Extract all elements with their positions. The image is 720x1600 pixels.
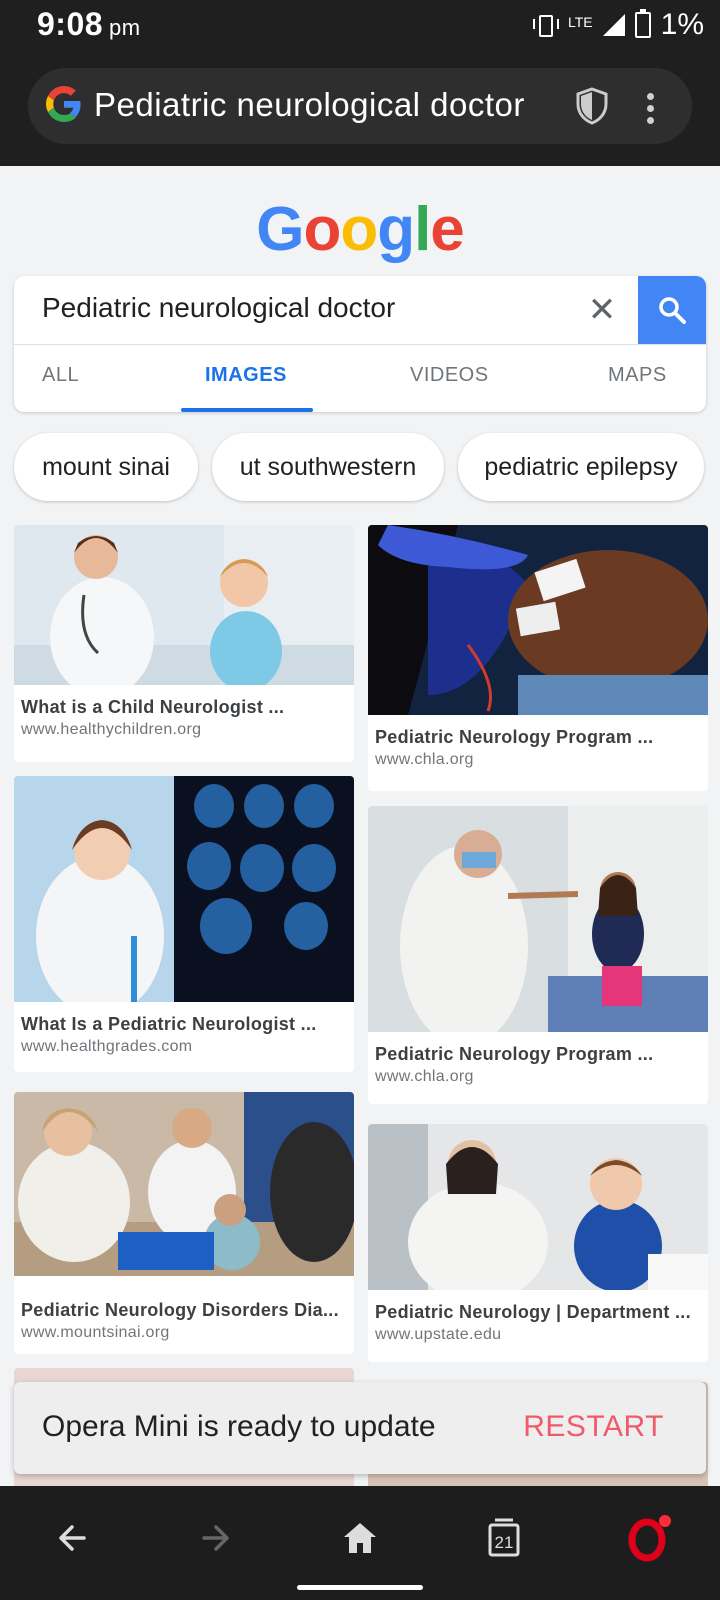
tab-images[interactable]: IMAGES xyxy=(205,364,287,387)
browser-toolbar: Pediatric neurological doctor xyxy=(0,46,720,166)
result-site: www.chla.org xyxy=(375,1068,474,1085)
bottom-nav: 21 xyxy=(0,1486,720,1600)
address-bar[interactable]: Pediatric neurological doctor xyxy=(28,68,692,144)
tab-count: 21 xyxy=(495,1533,514,1552)
image-result[interactable]: What is a Child Neurologist ... www.heal… xyxy=(14,525,354,762)
result-site: www.chla.org xyxy=(375,751,474,768)
chip-ut-southwestern[interactable]: ut southwestern xyxy=(212,433,444,501)
search-icon xyxy=(659,297,686,324)
result-site: www.healthgrades.com xyxy=(21,1038,193,1055)
battery-icon xyxy=(634,9,651,38)
search-input[interactable]: Pediatric neurological doctor xyxy=(42,292,395,324)
image-result[interactable]: Pediatric Neurology Disorders Dia... www… xyxy=(14,1092,354,1354)
tabs-button[interactable]: 21 xyxy=(476,1510,532,1566)
google-g-icon xyxy=(46,86,81,122)
result-title[interactable]: Pediatric Neurology Program ... xyxy=(368,727,708,748)
result-title[interactable]: What Is a Pediatric Neurologist ... xyxy=(14,1014,354,1035)
image-result[interactable]: Pediatric Neurology Program ... www.chla… xyxy=(368,806,708,1104)
result-thumbnail[interactable] xyxy=(14,525,354,685)
result-site: www.upstate.edu xyxy=(375,1326,502,1343)
result-title[interactable]: Pediatric Neurology | Department ... xyxy=(368,1302,708,1323)
active-tab-indicator xyxy=(181,408,313,412)
tab-videos[interactable]: VIDEOS xyxy=(410,364,489,387)
shield-icon[interactable] xyxy=(572,86,612,126)
url-text: Pediatric neurological doctor xyxy=(94,86,525,123)
back-button[interactable] xyxy=(44,1510,100,1566)
forward-arrow-icon xyxy=(202,1525,229,1551)
status-bar: 9:08 pm LTE 1% xyxy=(0,0,720,46)
gesture-bar[interactable] xyxy=(297,1585,423,1590)
more-options-icon[interactable] xyxy=(640,88,660,128)
vibrate-icon xyxy=(532,13,559,37)
result-thumbnail[interactable] xyxy=(368,1124,708,1290)
restart-button[interactable]: RESTART xyxy=(523,1410,664,1444)
update-toast: Opera Mini is ready to update RESTART xyxy=(14,1382,706,1474)
result-title[interactable]: What is a Child Neurologist ... xyxy=(14,697,354,718)
result-site: www.mountsinai.org xyxy=(21,1324,170,1341)
opera-logo-icon xyxy=(628,1515,671,1562)
home-button[interactable] xyxy=(332,1510,388,1566)
result-title[interactable]: Pediatric Neurology Disorders Dia... xyxy=(14,1300,354,1321)
divider xyxy=(14,344,706,345)
clock: 9:08 pm xyxy=(37,6,141,42)
status-icons: LTE 1% xyxy=(532,8,704,42)
home-icon xyxy=(344,1523,376,1553)
chip-pediatric-epilepsy[interactable]: pediatric epilepsy xyxy=(458,433,704,501)
search-results-page: Google Pediatric neurological doctor ✕ A… xyxy=(0,166,720,1486)
result-title[interactable]: Pediatric Neurology Program ... xyxy=(368,1044,708,1065)
search-card: Pediatric neurological doctor ✕ ALL IMAG… xyxy=(14,276,706,412)
tab-maps[interactable]: MAPS xyxy=(608,364,667,387)
opera-menu-button[interactable] xyxy=(622,1510,678,1566)
result-thumbnail[interactable] xyxy=(14,776,354,1002)
image-result[interactable]: Pediatric Neurology | Department ... www… xyxy=(368,1124,708,1362)
signal-icon xyxy=(602,14,625,36)
forward-button[interactable] xyxy=(188,1510,244,1566)
result-thumbnail[interactable] xyxy=(14,1092,354,1276)
result-thumbnail[interactable] xyxy=(368,806,708,1032)
image-result[interactable]: What Is a Pediatric Neurologist ... www.… xyxy=(14,776,354,1072)
result-thumbnail[interactable] xyxy=(368,525,708,715)
image-result[interactable]: Pediatric Neurology Program ... www.chla… xyxy=(368,525,708,791)
result-site: www.healthychildren.org xyxy=(21,721,202,738)
toast-message: Opera Mini is ready to update xyxy=(42,1410,436,1443)
tab-all[interactable]: ALL xyxy=(42,364,79,387)
network-label: LTE xyxy=(568,14,593,30)
google-logo[interactable]: Google xyxy=(0,194,720,265)
battery-percent: 1% xyxy=(660,8,704,41)
chip-mount-sinai[interactable]: mount sinai xyxy=(14,433,198,501)
clear-icon[interactable]: ✕ xyxy=(582,290,622,330)
tabs-icon: 21 xyxy=(488,1518,520,1557)
back-arrow-icon xyxy=(59,1525,86,1551)
search-button[interactable] xyxy=(638,276,706,344)
